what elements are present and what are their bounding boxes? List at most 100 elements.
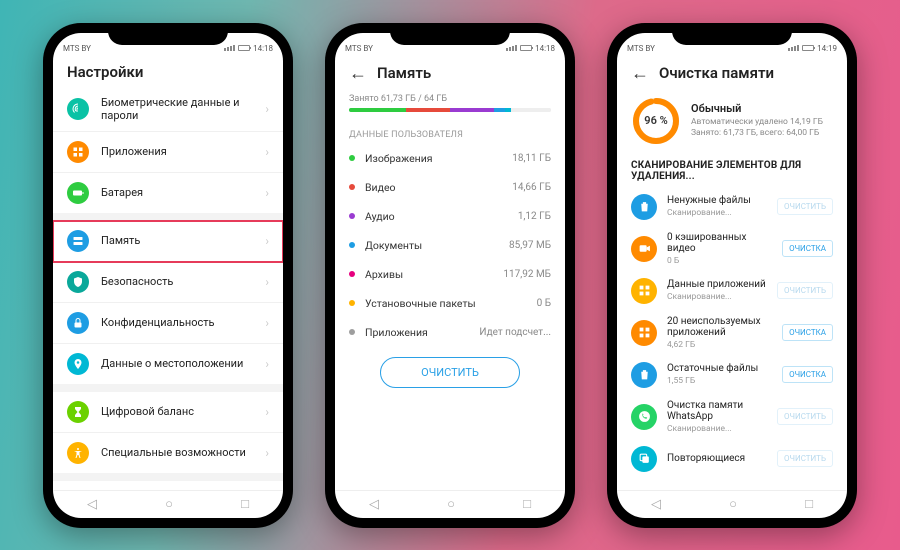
settings-row-storage[interactable]: Память›	[53, 221, 283, 262]
header: Настройки	[53, 55, 283, 87]
settings-row-shield[interactable]: Безопасность›	[53, 262, 283, 303]
cleanup-row[interactable]: Ненужные файлыСканирование... ОЧИСТИТЬ	[617, 188, 847, 226]
chevron-right-icon: ›	[265, 186, 269, 200]
cleanup-row[interactable]: Очистка памяти WhatsAppСканирование... ОЧ…	[617, 394, 847, 440]
carrier-label: MTS BY	[63, 44, 91, 53]
storage-row[interactable]: Видео14,66 ГБ	[335, 173, 565, 202]
category-dot-icon	[349, 300, 355, 306]
cleanup-row[interactable]: 0 кэшированных видео0 БОЧИСТКА	[617, 226, 847, 272]
cleanup-action-button[interactable]: ОЧИСТИТЬ	[777, 282, 833, 299]
settings-row-hourglass[interactable]: Цифровой баланс›	[53, 392, 283, 433]
accessibility-icon	[67, 442, 89, 464]
nav-home-icon[interactable]: ○	[729, 496, 737, 512]
ring-percent: 96 %	[631, 96, 681, 146]
header: ← Очистка памяти	[617, 55, 847, 90]
data-categories: Изображения18,11 ГБВидео14,66 ГБАудио1,1…	[335, 144, 565, 347]
row-label: Батарея	[101, 186, 265, 199]
chevron-right-icon: ›	[265, 446, 269, 460]
screen: MTS BY 14:18 ← Память Занято 61,73 ГБ / …	[335, 33, 565, 518]
settings-row-accessibility[interactable]: Специальные возможности›	[53, 433, 283, 473]
category-value: 14,66 ГБ	[512, 182, 551, 193]
nav-back-icon[interactable]: ◁	[651, 497, 661, 512]
cleanup-sublabel: 1,55 ГБ	[667, 376, 772, 386]
phone-cleanup: MTS BY 14:19 ← Очистка памяти 96 %	[607, 23, 857, 528]
storage-row[interactable]: Установочные пакеты0 Б	[335, 289, 565, 318]
chevron-right-icon: ›	[265, 316, 269, 330]
cleanup-info: Ненужные файлыСканирование...	[667, 195, 767, 218]
row-label: Цифровой баланс	[101, 405, 265, 418]
clock-label: 14:18	[253, 44, 273, 53]
fingerprint-icon	[67, 98, 89, 120]
battery-icon	[67, 182, 89, 204]
cleanup-info: 20 неиспользуемых приложений4,62 ГБ	[667, 316, 772, 350]
settings-row-fingerprint[interactable]: Биометрические данные и пароли›	[53, 87, 283, 132]
clean-button[interactable]: ОЧИСТИТЬ	[380, 357, 520, 388]
nav-home-icon[interactable]: ○	[165, 496, 173, 512]
cleanup-action-button[interactable]: ОЧИСТКА	[782, 240, 833, 257]
nav-recent-icon[interactable]: □	[241, 496, 249, 512]
shield-icon	[67, 271, 89, 293]
ring-info: Обычный Автоматически удалено 14,19 ГБЗа…	[691, 102, 823, 139]
cleanup-content[interactable]: 96 % Обычный Автоматически удалено 14,19…	[617, 90, 847, 490]
cleanup-sublabel: Сканирование...	[667, 292, 767, 302]
category-dot-icon	[349, 155, 355, 161]
nav-recent-icon[interactable]: □	[805, 496, 813, 512]
cleanup-list: Ненужные файлыСканирование...ОЧИСТИТЬ0 к…	[617, 188, 847, 478]
cleanup-action-button[interactable]: ОЧИСТИТЬ	[777, 198, 833, 215]
storage-row[interactable]: Аудио1,12 ГБ	[335, 202, 565, 231]
cleanup-label: Ненужные файлы	[667, 195, 767, 207]
cleanup-info: Очистка памяти WhatsAppСканирование...	[667, 400, 767, 434]
row-label: Данные о местоположении	[101, 357, 265, 370]
grid-icon	[631, 278, 657, 304]
cleanup-action-button[interactable]: ОЧИСТИТЬ	[777, 450, 833, 467]
cleanup-info: Повторяющиеся	[667, 453, 767, 465]
settings-row-pin[interactable]: Данные о местоположении›	[53, 344, 283, 384]
grid-icon	[631, 320, 657, 346]
storage-summary: Занято 61,73 ГБ / 64 ГБ	[335, 90, 565, 120]
storage-row[interactable]: Архивы117,92 МБ	[335, 260, 565, 289]
settings-row-battery[interactable]: Батарея›	[53, 173, 283, 213]
chevron-right-icon: ›	[265, 357, 269, 371]
back-button[interactable]: ←	[631, 63, 649, 84]
storage-row[interactable]: ПриложенияИдет подсчет...	[335, 318, 565, 347]
cleanup-action-button[interactable]: ОЧИСТКА	[782, 366, 833, 383]
chevron-right-icon: ›	[265, 145, 269, 159]
category-dot-icon	[349, 329, 355, 335]
nav-bar: ◁ ○ □	[53, 490, 283, 518]
cleanup-action-button[interactable]: ОЧИСТИТЬ	[777, 408, 833, 425]
category-dot-icon	[349, 213, 355, 219]
video-icon	[631, 236, 657, 262]
cleanup-row[interactable]: Повторяющиеся ОЧИСТИТЬ	[617, 440, 847, 478]
storage-icon	[67, 230, 89, 252]
row-label: Конфиденциальность	[101, 316, 265, 329]
back-button[interactable]: ←	[349, 63, 367, 84]
storage-content[interactable]: Занято 61,73 ГБ / 64 ГБ ДАННЫЕ ПОЛЬЗОВАТ…	[335, 90, 565, 490]
phone-notch	[672, 23, 792, 45]
usage-ring-row: 96 % Обычный Автоматически удалено 14,19…	[617, 90, 847, 156]
chevron-right-icon: ›	[265, 275, 269, 289]
battery-icon	[238, 45, 250, 51]
category-value: 18,11 ГБ	[512, 153, 551, 164]
carrier-label: MTS BY	[627, 44, 655, 53]
cleanup-row[interactable]: 20 неиспользуемых приложений4,62 ГБ ОЧИСТ…	[617, 310, 847, 356]
chevron-right-icon: ›	[265, 234, 269, 248]
storage-row[interactable]: Изображения18,11 ГБ	[335, 144, 565, 173]
settings-row-grid[interactable]: Приложения›	[53, 132, 283, 173]
cleanup-action-button[interactable]: ОЧИСТКА	[782, 324, 833, 341]
cleanup-sublabel: 4,62 ГБ	[667, 340, 772, 350]
category-value: 0 Б	[537, 298, 551, 309]
nav-back-icon[interactable]: ◁	[87, 497, 97, 512]
nav-back-icon[interactable]: ◁	[369, 497, 379, 512]
cleanup-label: 0 кэшированных видео	[667, 232, 772, 255]
settings-row-person[interactable]: Аккаунты›	[53, 481, 283, 490]
nav-recent-icon[interactable]: □	[523, 496, 531, 512]
chevron-right-icon: ›	[265, 405, 269, 419]
settings-row-lock[interactable]: Конфиденциальность›	[53, 303, 283, 344]
nav-home-icon[interactable]: ○	[447, 496, 455, 512]
storage-row[interactable]: Документы85,97 МБ	[335, 231, 565, 260]
cleanup-info: Остаточные файлы1,55 ГБ	[667, 363, 772, 386]
settings-list[interactable]: Биометрические данные и пароли›Приложени…	[53, 87, 283, 490]
cleanup-row[interactable]: Остаточные файлы1,55 ГБ ОЧИСТКА	[617, 356, 847, 394]
cleanup-sublabel: Сканирование...	[667, 208, 767, 218]
cleanup-row[interactable]: Данные приложенийСканирование...ОЧИСТИТЬ	[617, 272, 847, 310]
